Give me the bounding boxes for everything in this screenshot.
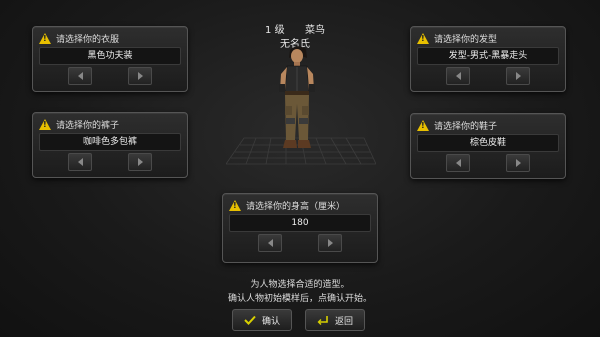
hair-prev-button[interactable] xyxy=(446,67,470,85)
clothes-panel: 请选择你的衣服 黑色功夫装 xyxy=(32,26,188,92)
back-button[interactable]: 返回 xyxy=(305,309,365,331)
character-rank: 菜鸟 xyxy=(304,25,325,36)
checkmark-icon xyxy=(244,315,256,325)
shoes-value: 棕色皮鞋 xyxy=(417,134,559,152)
height-panel: 请选择你的身高（厘米） 180 xyxy=(222,193,378,263)
pants-header: 请选择你的裤子 xyxy=(39,117,119,131)
pants-next-button[interactable] xyxy=(128,153,152,171)
back-label: 返回 xyxy=(334,316,353,327)
character-level: 1 级 xyxy=(265,25,285,36)
clothes-title: 请选择你的衣服 xyxy=(56,34,120,45)
hair-title: 请选择你的发型 xyxy=(434,34,498,45)
arrow-right-icon xyxy=(137,158,143,166)
hair-next-button[interactable] xyxy=(506,67,530,85)
clothes-prev-button[interactable] xyxy=(68,67,92,85)
warning-icon xyxy=(417,119,429,131)
pants-panel: 请选择你的裤子 咖啡色多包裤 xyxy=(32,112,188,178)
shoes-panel: 请选择你的鞋子 棕色皮鞋 xyxy=(410,113,566,179)
arrow-right-icon xyxy=(515,159,521,167)
warning-icon xyxy=(417,32,429,44)
hint-line-2: 确认人物初始模样后，点确认开始。 xyxy=(227,294,372,304)
height-header: 请选择你的身高（厘米） xyxy=(229,198,345,212)
height-title: 请选择你的身高（厘米） xyxy=(246,201,346,212)
hint-text: 为人物选择合适的造型。 确认人物初始模样后，点确认开始。 xyxy=(200,278,400,306)
character-avatar[interactable] xyxy=(276,44,318,164)
height-next-button[interactable] xyxy=(318,234,342,252)
shoes-prev-button[interactable] xyxy=(446,154,470,172)
warning-icon xyxy=(39,32,51,44)
hair-value: 发型-男式-黑暴走头 xyxy=(417,47,559,65)
arrow-left-icon xyxy=(267,239,273,247)
arrow-right-icon xyxy=(515,72,521,80)
arrow-left-icon xyxy=(455,159,461,167)
hint-line-1: 为人物选择合适的造型。 xyxy=(250,280,350,290)
confirm-label: 确认 xyxy=(261,316,280,327)
return-arrow-icon xyxy=(317,316,328,325)
arrow-left-icon xyxy=(77,72,83,80)
hair-panel: 请选择你的发型 发型-男式-黑暴走头 xyxy=(410,26,566,92)
pants-value: 咖啡色多包裤 xyxy=(39,133,181,151)
hair-header: 请选择你的发型 xyxy=(417,31,497,45)
arrow-left-icon xyxy=(77,158,83,166)
confirm-button[interactable]: 确认 xyxy=(232,309,292,331)
pants-title: 请选择你的裤子 xyxy=(56,120,120,131)
pants-prev-button[interactable] xyxy=(68,153,92,171)
arrow-left-icon xyxy=(455,72,461,80)
shoes-header: 请选择你的鞋子 xyxy=(417,118,497,132)
arrow-right-icon xyxy=(327,239,333,247)
warning-icon xyxy=(39,118,51,130)
shoes-title: 请选择你的鞋子 xyxy=(434,121,498,132)
arrow-right-icon xyxy=(137,72,143,80)
warning-icon xyxy=(229,199,241,211)
height-value: 180 xyxy=(229,214,371,232)
clothes-next-button[interactable] xyxy=(128,67,152,85)
clothes-header: 请选择你的衣服 xyxy=(39,31,119,45)
clothes-value: 黑色功夫装 xyxy=(39,47,181,65)
height-prev-button[interactable] xyxy=(258,234,282,252)
shoes-next-button[interactable] xyxy=(506,154,530,172)
